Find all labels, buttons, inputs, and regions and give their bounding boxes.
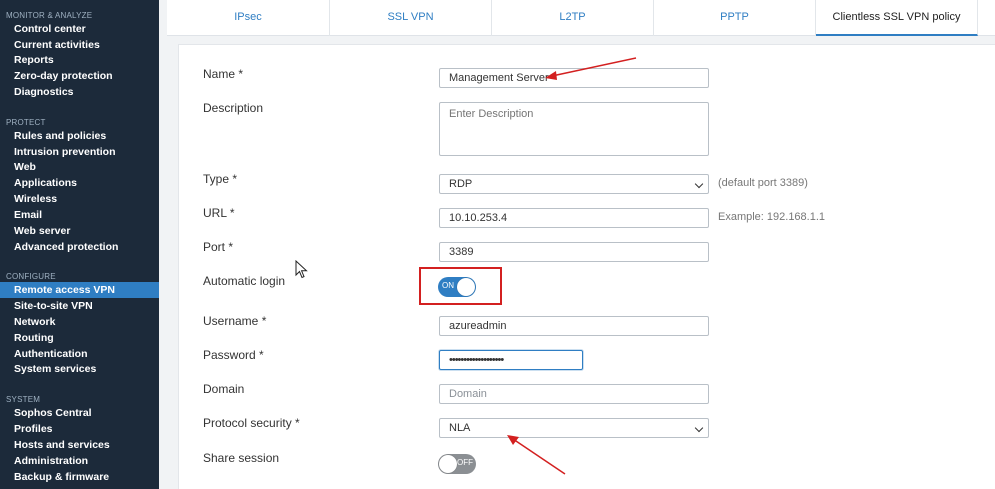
chevron-down-icon bbox=[694, 423, 704, 433]
sidebar-item-web-server[interactable]: Web server bbox=[0, 223, 159, 239]
sidebar-item-profiles[interactable]: Profiles bbox=[0, 421, 159, 437]
username-input[interactable]: azureadmin bbox=[439, 316, 709, 336]
chevron-down-icon bbox=[694, 179, 704, 189]
password-input[interactable]: ••••••••••••••••••• bbox=[439, 350, 583, 370]
share-session-label: Share session bbox=[203, 451, 280, 465]
protocol-security-select[interactable]: NLA bbox=[439, 418, 709, 438]
sidebar-item-control-center[interactable]: Control center bbox=[0, 21, 159, 37]
automatic-login-label: Automatic login bbox=[203, 274, 286, 288]
sidebar-item-wireless[interactable]: Wireless bbox=[0, 191, 159, 207]
sidebar-item-reports[interactable]: Reports bbox=[0, 52, 159, 68]
sidebar-item-sophos-central[interactable]: Sophos Central bbox=[0, 405, 159, 421]
type-select[interactable]: RDP bbox=[439, 174, 709, 194]
section-title-system: SYSTEM bbox=[6, 395, 41, 404]
sidebar-item-backup-firmware[interactable]: Backup & firmware bbox=[0, 469, 159, 485]
username-label: Username * bbox=[203, 314, 267, 328]
url-input[interactable]: 10.10.253.4 bbox=[439, 208, 709, 228]
annotation-highlight-box bbox=[419, 267, 502, 305]
url-label: URL * bbox=[203, 206, 235, 220]
type-select-value: RDP bbox=[449, 178, 473, 190]
port-input[interactable]: 3389 bbox=[439, 242, 709, 262]
protocol-security-label: Protocol security * bbox=[203, 416, 300, 430]
sidebar-item-network[interactable]: Network bbox=[0, 314, 159, 330]
tab-clientless-ssl-vpn-policy[interactable]: Clientless SSL VPN policy bbox=[816, 0, 978, 36]
section-title-monitor: MONITOR & ANALYZE bbox=[6, 11, 93, 20]
sidebar-item-applications[interactable]: Applications bbox=[0, 175, 159, 191]
vpn-tabs: IPsec SSL VPN L2TP PPTP Clientless SSL V… bbox=[167, 0, 995, 36]
url-hint: Example: 192.168.1.1 bbox=[718, 211, 826, 223]
toggle-knob bbox=[439, 455, 457, 473]
mouse-cursor-icon bbox=[295, 260, 308, 279]
domain-label: Domain bbox=[203, 382, 245, 396]
sidebar-item-remote-access-vpn[interactable]: Remote access VPN bbox=[0, 282, 159, 298]
sidebar-item-email[interactable]: Email bbox=[0, 207, 159, 223]
share-session-toggle[interactable]: OFF bbox=[438, 454, 476, 474]
sidebar-item-zero-day-protection[interactable]: Zero-day protection bbox=[0, 68, 159, 84]
name-label: Name * bbox=[203, 67, 244, 81]
sidebar: MONITOR & ANALYZE Control center Current… bbox=[0, 0, 159, 489]
type-label: Type * bbox=[203, 172, 238, 186]
sidebar-item-intrusion-prevention[interactable]: Intrusion prevention bbox=[0, 144, 159, 160]
share-session-state: OFF bbox=[457, 458, 473, 467]
sidebar-item-hosts-and-services[interactable]: Hosts and services bbox=[0, 437, 159, 453]
tab-ssl-vpn[interactable]: SSL VPN bbox=[330, 0, 492, 36]
sidebar-item-system-services[interactable]: System services bbox=[0, 361, 159, 377]
sidebar-item-authentication[interactable]: Authentication bbox=[0, 346, 159, 362]
tab-pptp[interactable]: PPTP bbox=[654, 0, 816, 36]
tab-ipsec[interactable]: IPsec bbox=[167, 0, 330, 36]
section-title-protect: PROTECT bbox=[6, 118, 46, 127]
name-input[interactable]: Management Server bbox=[439, 68, 709, 88]
sidebar-item-diagnostics[interactable]: Diagnostics bbox=[0, 84, 159, 100]
description-textarea[interactable] bbox=[439, 102, 709, 156]
sidebar-item-advanced-protection[interactable]: Advanced protection bbox=[0, 239, 159, 255]
password-label: Password * bbox=[203, 348, 264, 362]
port-label: Port * bbox=[203, 240, 234, 254]
sidebar-item-current-activities[interactable]: Current activities bbox=[0, 37, 159, 53]
sidebar-item-site-to-site-vpn[interactable]: Site-to-site VPN bbox=[0, 298, 159, 314]
sidebar-item-rules-and-policies[interactable]: Rules and policies bbox=[0, 128, 159, 144]
description-label: Description bbox=[203, 101, 264, 115]
sidebar-item-administration[interactable]: Administration bbox=[0, 453, 159, 469]
section-title-configure: CONFIGURE bbox=[6, 272, 56, 281]
sidebar-item-web[interactable]: Web bbox=[0, 159, 159, 175]
type-hint: (default port 3389) bbox=[718, 177, 808, 189]
domain-input[interactable]: Domain bbox=[439, 384, 709, 404]
protocol-security-value: NLA bbox=[449, 422, 471, 434]
tab-l2tp[interactable]: L2TP bbox=[492, 0, 654, 36]
sidebar-item-routing[interactable]: Routing bbox=[0, 330, 159, 346]
